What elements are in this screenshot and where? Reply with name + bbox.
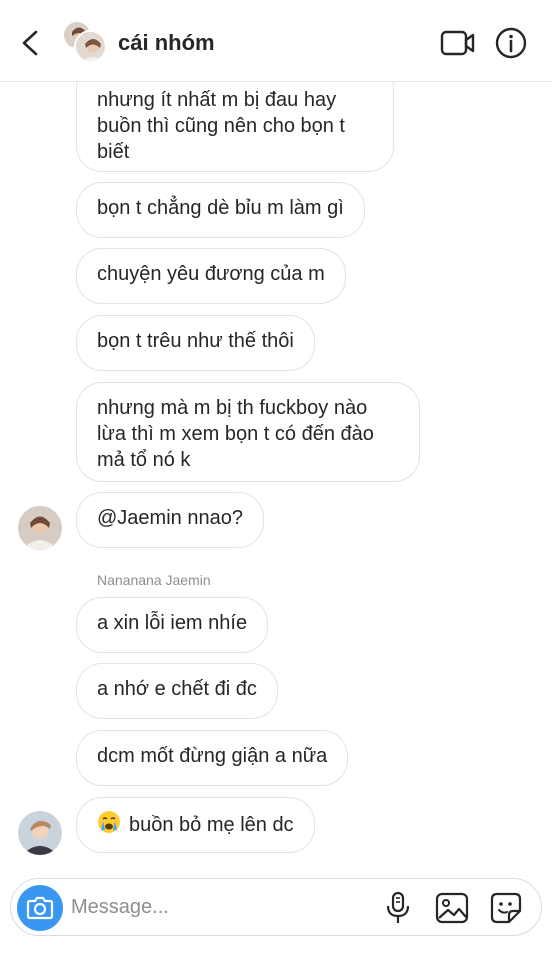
camera-icon (26, 896, 54, 920)
message-bubble[interactable]: nhưng ít nhất m bị đau hay buồn thì cũng… (76, 76, 394, 172)
message-text: bọn t chẳng dè bỉu m làm gì (97, 197, 344, 219)
message-input[interactable] (71, 891, 371, 923)
message-text: buồn bỏ mẹ lên dc (129, 814, 294, 836)
sender-avatar[interactable] (18, 811, 62, 855)
message-text: chuyện yêu đương của m (97, 263, 325, 285)
message-text: @Jaemin nnao? (97, 507, 243, 529)
chat-title[interactable]: cái nhóm (118, 30, 215, 56)
message-text: dcm mốt đừng giận a nữa (97, 745, 328, 767)
message-bubble[interactable]: @Jaemin nnao? (76, 492, 264, 548)
message-text: nhưng ít nhất m bị đau hay buồn thì cũng… (97, 89, 345, 163)
message-bubble[interactable]: dcm mốt đừng giận a nữa (76, 730, 349, 786)
message-bubble[interactable]: bọn t trêu như thế thôi (76, 315, 315, 371)
message-bubble[interactable]: a nhớ e chết đi đc (76, 663, 278, 719)
member-avatar (74, 30, 107, 63)
info-icon (495, 27, 527, 59)
sender-name: Nananana Jaemin (97, 572, 211, 588)
camera-button[interactable] (17, 885, 63, 931)
chevron-left-icon (22, 30, 38, 56)
gallery-button[interactable] (435, 891, 469, 925)
back-button[interactable] (14, 26, 48, 60)
video-camera-icon (440, 30, 475, 56)
microphone-icon (386, 891, 410, 923)
message-bubble[interactable]: chuyện yêu đương của m (76, 248, 346, 304)
crying-face-icon (97, 810, 121, 834)
message-text: nhưng mà m bị th fuckboy nào lừa thì m x… (97, 397, 374, 471)
sender-avatar[interactable] (18, 506, 62, 550)
message-bubble[interactable]: nhưng mà m bị th fuckboy nào lừa thì m x… (76, 382, 420, 482)
message-bubble[interactable]: buồn bỏ mẹ lên dc (76, 797, 315, 853)
message-bubble[interactable]: a xin lỗi iem nhíe (76, 597, 269, 653)
message-composer (10, 878, 542, 936)
group-avatar[interactable] (62, 20, 107, 64)
message-text: a nhớ e chết đi đc (97, 678, 257, 700)
sticker-button[interactable] (489, 891, 523, 925)
message-text: a xin lỗi iem nhíe (97, 612, 248, 634)
message-text: bọn t trêu như thế thôi (97, 330, 294, 352)
sticker-icon (490, 892, 522, 924)
info-button[interactable] (494, 26, 528, 60)
video-call-button[interactable] (440, 28, 476, 58)
message-bubble[interactable]: bọn t chẳng dè bỉu m làm gì (76, 182, 365, 238)
image-icon (435, 892, 469, 924)
voice-message-button[interactable] (383, 891, 413, 925)
chat-header: cái nhóm (0, 0, 552, 82)
